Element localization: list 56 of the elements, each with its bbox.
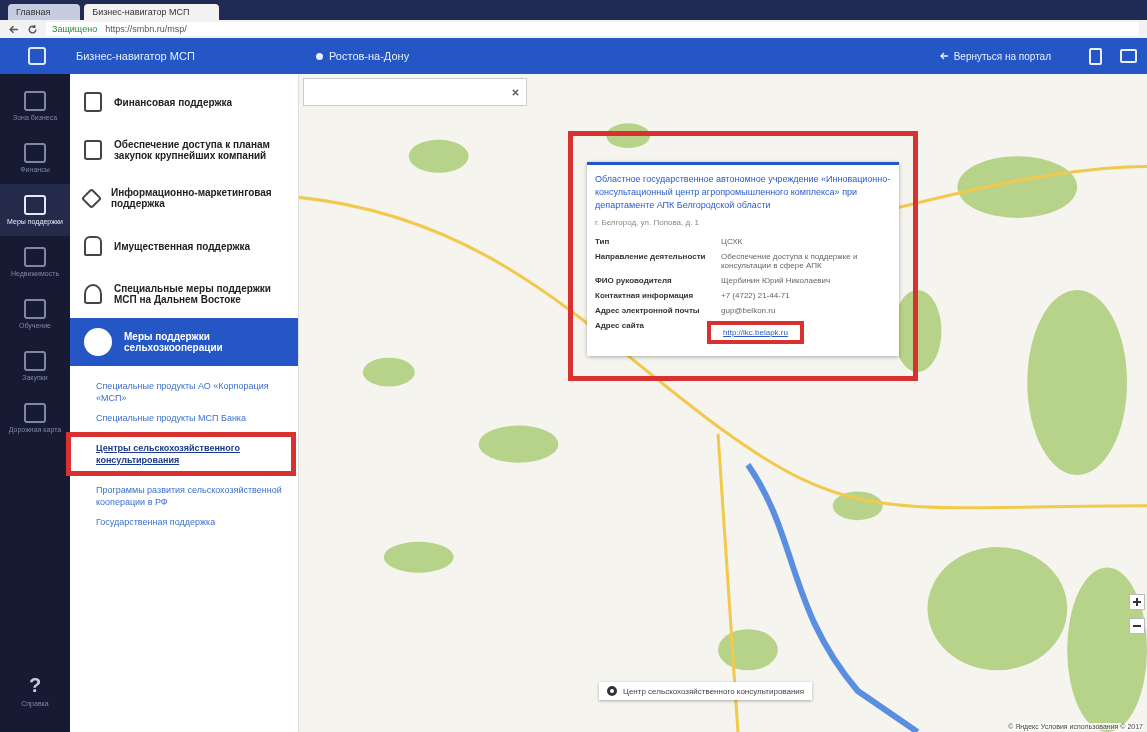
menu-label: Специальные меры поддержки МСП на Дальнем Востоке	[114, 283, 272, 305]
organization-link[interactable]: Областное государственное автономное учреждение «Инновационно-консультационный центр агропромышленного комплекса» при департаменте АПК Белгородской области	[595, 173, 891, 212]
zoom-out-button[interactable]	[1129, 618, 1145, 634]
reload-icon[interactable]	[27, 23, 38, 35]
field-value: ЦСХК	[721, 237, 744, 246]
menu-item[interactable]: Специальные меры поддержки МСП на Дальнем Востоке	[70, 270, 298, 318]
menu-label: Финансовая поддержка	[114, 96, 233, 108]
submenu-link[interactable]: Программы развития сельскохозяйственной кооперации в РФ	[96, 484, 286, 508]
field-label: ФИО руководителя	[595, 276, 673, 285]
submenu-link[interactable]: Центры сельскохозяйственного консультирования	[66, 432, 296, 476]
menu-icon	[84, 92, 102, 112]
logo-icon[interactable]	[28, 47, 46, 65]
menu-label: Меры поддержки сельхозкооперации	[124, 331, 224, 353]
field-label: Адрес электронной почты	[595, 306, 701, 315]
back-arrow-icon[interactable]	[8, 23, 19, 35]
url-text: https://smbn.ru/msp/	[105, 24, 187, 34]
zoom-in-button[interactable]	[1129, 594, 1145, 610]
city-selector[interactable]: Ростов-на-Дону	[329, 50, 410, 62]
address-bar[interactable]: Защищено https://smbn.ru/msp/	[46, 22, 1139, 36]
menu-icon	[84, 284, 102, 304]
website-link[interactable]: http://ikc.belapk.ru	[707, 321, 804, 344]
browser-tab[interactable]: Главная	[8, 4, 81, 20]
marker-icon	[607, 686, 617, 696]
submenu-link[interactable]: Специальные продукты МСП Банка	[96, 412, 286, 424]
menu-label: Информационно-маркетинговая поддержка	[111, 187, 273, 209]
submenu-link[interactable]: Государственная поддержка	[96, 516, 286, 528]
menu-icon	[84, 328, 112, 356]
back-to-portal-link[interactable]: Вернуться на портал	[953, 50, 1051, 62]
field-label: Направление деятельности	[595, 252, 707, 263]
search-field[interactable]	[303, 78, 527, 106]
field-label: Контактная информация	[595, 291, 695, 300]
field-label: Тип	[595, 237, 611, 246]
menu-icon	[84, 140, 102, 160]
field-value: Обеспечение доступа к поддержке и консультации в сфере АПК	[721, 252, 859, 270]
menu-item[interactable]: Меры поддержки сельхозкооперации	[70, 318, 298, 366]
menu-icon	[84, 236, 102, 256]
field-value: +7 (4722) 21-44-71	[721, 291, 791, 300]
field-value: gup@belkon.ru	[721, 306, 777, 315]
menu-item[interactable]: Информационно-маркетинговая поддержка	[70, 174, 298, 222]
legend-label: Центр сельскохозяйственного консультирования	[623, 686, 805, 696]
menu-item[interactable]: Финансовая поддержка	[70, 78, 298, 126]
app-title: Бизнес-навигатор МСП	[76, 50, 196, 62]
location-pin-icon	[316, 52, 323, 60]
menu-icon	[80, 187, 103, 209]
security-label: Защищено	[52, 24, 98, 34]
menu-label: Имущественная поддержка	[114, 240, 251, 252]
field-label: Адрес сайта	[595, 321, 646, 332]
back-arrow-icon	[938, 51, 949, 61]
menu-item[interactable]: Имущественная поддержка	[70, 222, 298, 270]
field-value: Щербинин Юрий Николаевич	[721, 276, 832, 285]
submenu-link[interactable]: Специальные продукты АО «Корпорация «МСП»	[96, 380, 286, 404]
menu-item[interactable]: Обеспечение доступа к планам закупок крупнейших компаний	[70, 126, 298, 174]
menu-label: Обеспечение доступа к планам закупок крупнейших компаний	[114, 139, 271, 161]
address-text: г. Белгород, ул. Попова, д. 1	[595, 218, 701, 227]
close-icon[interactable]	[511, 87, 520, 97]
browser-tab[interactable]: Бизнес-навигатор МСП	[84, 4, 220, 20]
